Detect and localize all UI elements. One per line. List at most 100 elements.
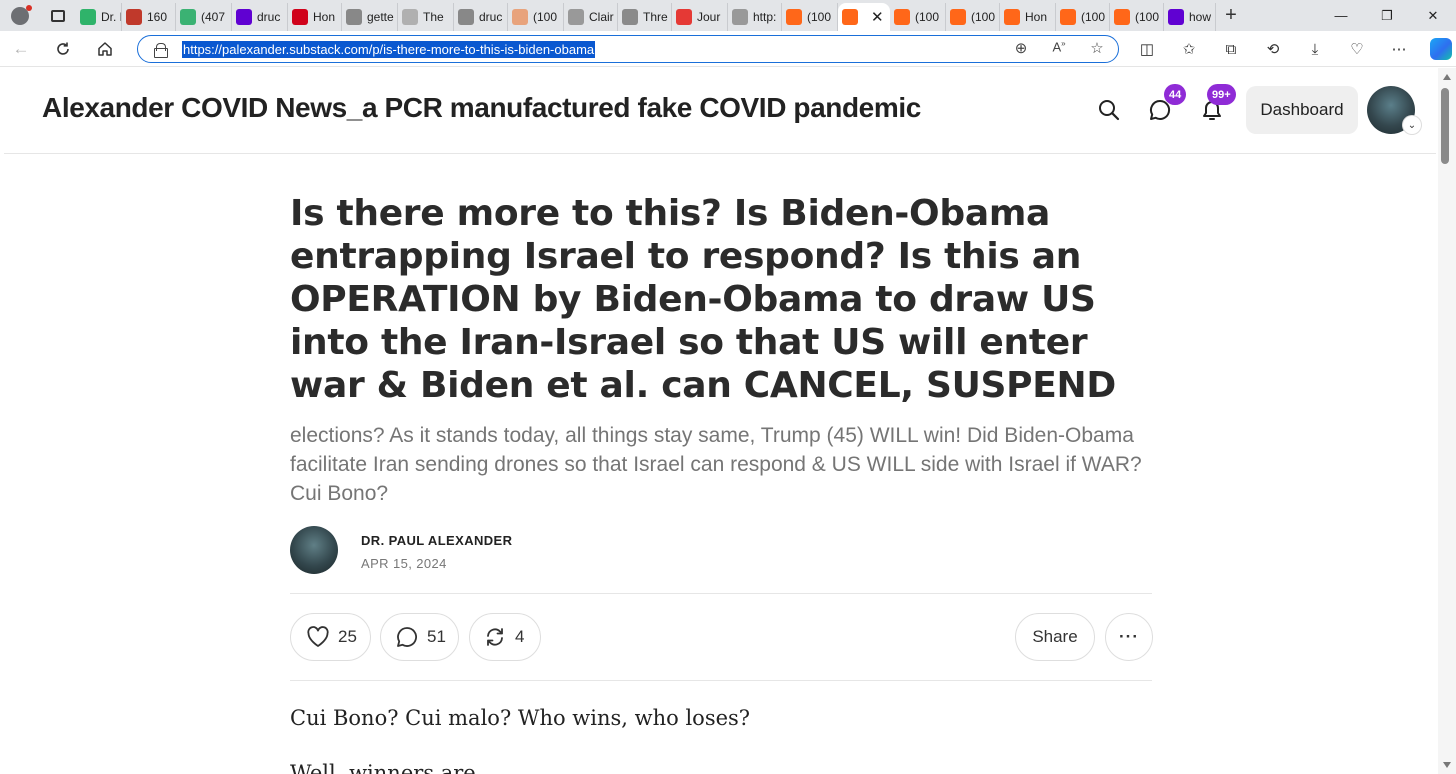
home-icon bbox=[98, 41, 112, 56]
search-icon bbox=[1099, 100, 1120, 121]
browser-tab[interactable]: druc bbox=[454, 3, 508, 31]
refresh-button[interactable] bbox=[42, 31, 84, 67]
browser-tab[interactable]: http: bbox=[728, 3, 782, 31]
substack-icon bbox=[842, 9, 858, 25]
browser-toolbar: ← https://palexander.substack.com/p/is-t… bbox=[0, 31, 1456, 67]
browser-tab[interactable]: ✕ bbox=[838, 3, 890, 31]
scroll-down-icon[interactable] bbox=[1443, 762, 1451, 768]
tab-label: (100 bbox=[807, 10, 832, 24]
vertical-scrollbar[interactable] bbox=[1438, 68, 1456, 774]
browser-tab[interactable]: (100 bbox=[946, 3, 1000, 31]
like-count: 25 bbox=[338, 627, 357, 646]
restack-button[interactable]: 4 bbox=[469, 613, 541, 661]
copilot-icon[interactable] bbox=[1430, 38, 1452, 60]
browser-tab[interactable]: Jour bbox=[672, 3, 728, 31]
browser-tab[interactable]: 160 bbox=[122, 3, 176, 31]
document-search-icon bbox=[458, 9, 474, 25]
browser-tab[interactable]: (100 bbox=[782, 3, 838, 31]
home-button[interactable] bbox=[84, 31, 126, 67]
restack-count: 4 bbox=[515, 627, 525, 646]
youtube-icon bbox=[676, 9, 692, 25]
substack-icon bbox=[512, 9, 528, 25]
author-avatar[interactable] bbox=[290, 526, 338, 574]
page-icon bbox=[568, 9, 584, 25]
comments-button[interactable]: 51 bbox=[380, 613, 459, 661]
tab-actions-button[interactable] bbox=[40, 0, 76, 31]
substack-icon bbox=[786, 9, 802, 25]
minimize-button[interactable]: — bbox=[1318, 0, 1364, 31]
tab-label: (100 bbox=[1135, 10, 1160, 24]
news-icon bbox=[292, 9, 308, 25]
favorites-icon[interactable]: ✩ bbox=[1168, 31, 1210, 67]
tab-list: Dr. N 160 (407 druc Hon gette The druc (100 Clair… bbox=[76, 0, 1216, 31]
tab-label: (407 bbox=[201, 10, 226, 24]
tab-label: druc bbox=[479, 10, 503, 24]
tab-label: Dr. N bbox=[101, 10, 121, 24]
g-icon bbox=[180, 9, 196, 25]
share-button[interactable]: Share bbox=[1015, 613, 1095, 661]
browser-tab[interactable]: Hon bbox=[1000, 3, 1056, 31]
split-screen-icon[interactable]: ◫ bbox=[1126, 31, 1168, 67]
author-name[interactable]: DR. PAUL ALEXANDER bbox=[361, 533, 512, 548]
video-play-icon bbox=[80, 9, 96, 25]
tab-label: (100 bbox=[971, 10, 996, 24]
browser-tab[interactable]: gette bbox=[342, 3, 398, 31]
browser-tab[interactable]: Thre bbox=[618, 3, 672, 31]
tab-label: how bbox=[1189, 10, 1212, 24]
web-page: Alexander COVID News_a PCR manufactured … bbox=[4, 68, 1436, 774]
dashboard-button[interactable]: Dashboard bbox=[1246, 86, 1358, 134]
site-title[interactable]: Alexander COVID News_a PCR manufactured … bbox=[42, 92, 921, 124]
like-button[interactable]: 25 bbox=[290, 613, 371, 661]
browser-tab[interactable]: (100 bbox=[890, 3, 946, 31]
scrollbar-thumb[interactable] bbox=[1441, 88, 1449, 164]
heart-icon bbox=[307, 626, 329, 647]
lock-icon bbox=[154, 42, 168, 58]
tt-icon bbox=[622, 9, 638, 25]
performance-icon[interactable]: ♡ bbox=[1336, 31, 1378, 67]
browser-tab[interactable]: druc bbox=[232, 3, 288, 31]
user-avatar[interactable]: ⌄ bbox=[1367, 86, 1421, 134]
substack-icon bbox=[1060, 9, 1076, 25]
tab-strip: Dr. N 160 (407 druc Hon gette The druc (100 Clair… bbox=[0, 0, 1456, 31]
browser-tab[interactable]: Dr. N bbox=[76, 3, 122, 31]
more-menu-icon[interactable]: ⋯ bbox=[1378, 31, 1420, 67]
post-date: APR 15, 2024 bbox=[361, 556, 447, 571]
post-headline: Is there more to this? Is Biden-Obama en… bbox=[290, 193, 1116, 406]
tab-label: gette bbox=[367, 10, 394, 24]
address-bar[interactable]: https://palexander.substack.com/p/is-the… bbox=[137, 35, 1119, 63]
tab-label: Hon bbox=[313, 10, 336, 24]
collections-icon[interactable]: ⧉ bbox=[1210, 31, 1252, 67]
profile-button[interactable] bbox=[0, 0, 40, 31]
browser-tab[interactable]: The bbox=[398, 3, 454, 31]
more-options-button[interactable]: ··· bbox=[1105, 613, 1153, 661]
restack-icon bbox=[487, 628, 503, 646]
browser-tab[interactable]: (100 bbox=[1056, 3, 1110, 31]
browser-tab[interactable]: how bbox=[1164, 3, 1216, 31]
favorite-star-icon[interactable]: ☆ bbox=[1088, 39, 1106, 57]
substack-icon bbox=[950, 9, 966, 25]
yahoo-icon bbox=[236, 9, 252, 25]
downloads-icon[interactable]: ⤓ bbox=[1294, 31, 1336, 67]
new-tab-button[interactable]: + bbox=[1216, 4, 1246, 27]
tab-label: The bbox=[423, 10, 444, 24]
browser-tab[interactable]: Hon bbox=[288, 3, 342, 31]
browser-tab[interactable]: (100 bbox=[508, 3, 564, 31]
zoom-icon[interactable]: ⊕ bbox=[1012, 39, 1030, 57]
flag-icon bbox=[402, 9, 418, 25]
scroll-up-icon[interactable] bbox=[1443, 74, 1451, 80]
url-text[interactable]: https://palexander.substack.com/p/is-the… bbox=[182, 40, 596, 58]
history-icon[interactable]: ⟲ bbox=[1252, 31, 1294, 67]
restore-button[interactable]: ❐ bbox=[1364, 0, 1410, 31]
browser-tab[interactable]: (100 bbox=[1110, 3, 1164, 31]
close-tab-icon[interactable]: ✕ bbox=[871, 8, 884, 26]
tab-label: Clair bbox=[589, 10, 614, 24]
search-button[interactable] bbox=[1095, 96, 1123, 124]
chevron-down-icon: ⌄ bbox=[1403, 116, 1421, 134]
browser-tab[interactable]: Clair bbox=[564, 3, 618, 31]
back-button[interactable]: ← bbox=[0, 31, 42, 67]
read-aloud-icon[interactable]: A» bbox=[1050, 39, 1068, 57]
comment-count: 51 bbox=[427, 627, 446, 646]
browser-tab[interactable]: (407 bbox=[176, 3, 232, 31]
close-window-button[interactable]: ✕ bbox=[1410, 0, 1456, 31]
post-actions: 25 51 4 Share ··· bbox=[290, 594, 1153, 680]
